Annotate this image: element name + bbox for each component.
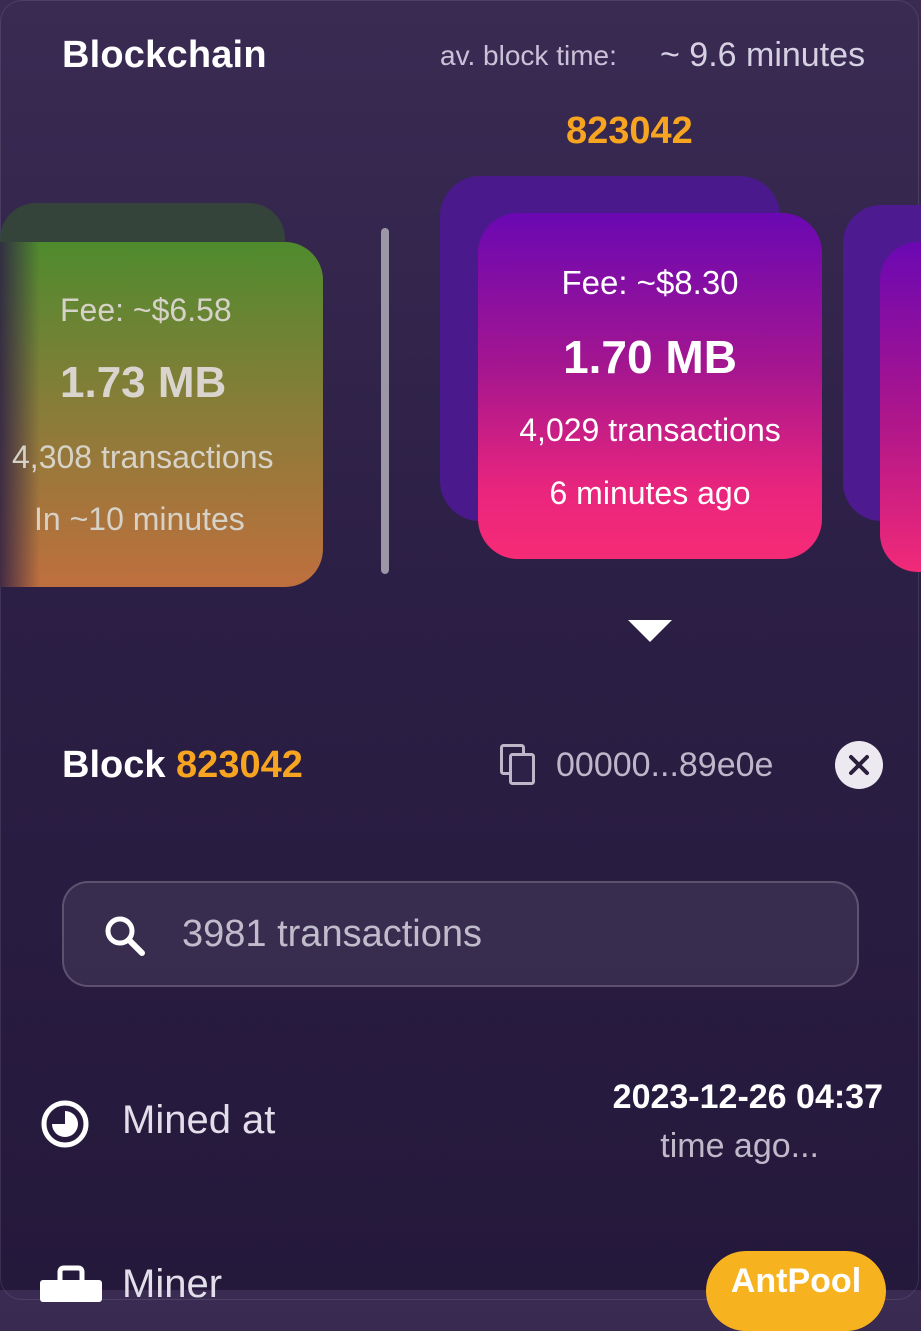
- mined-block-size: 1.70 MB: [563, 331, 737, 383]
- mined-at-label: Mined at: [122, 1098, 276, 1142]
- down-pointer-icon: [628, 620, 672, 642]
- close-icon: [849, 755, 869, 775]
- mempool-block-transactions: 4,308 transactions: [12, 439, 274, 475]
- avg-block-time-value: ~ 9.6 minutes: [660, 36, 866, 74]
- selected-block-height: 823042: [566, 110, 693, 152]
- block-title-label: Block: [62, 744, 166, 786]
- mined-block-time-ago: 6 minutes ago: [549, 475, 751, 511]
- search-input[interactable]: 3981 transactions: [182, 913, 482, 956]
- mined-at-relative: time ago...: [660, 1127, 819, 1165]
- mempool-divider: [381, 228, 389, 574]
- miner-label: Miner: [122, 1262, 223, 1306]
- block-hash[interactable]: 00000...89e0e: [556, 746, 773, 785]
- transactions-search[interactable]: 3981 transactions: [62, 881, 859, 987]
- block-title: Block 823042: [62, 744, 303, 787]
- search-icon: [105, 916, 145, 956]
- avg-block-time-label: av. block time:: [440, 40, 617, 71]
- miner-icon: [40, 1265, 102, 1302]
- close-button[interactable]: [835, 741, 883, 789]
- mined-block-fee: Fee: ~$8.30: [561, 264, 739, 301]
- mempool-block-size: 1.73 MB: [60, 358, 227, 407]
- mempool-block-fee: Fee: ~$6.58: [60, 292, 232, 328]
- clock-icon: [41, 1100, 89, 1148]
- copy-icon[interactable]: [500, 744, 536, 786]
- miner-badge[interactable]: AntPool: [706, 1251, 886, 1331]
- block-title-number: 823042: [176, 744, 303, 786]
- page-title: Blockchain: [62, 34, 267, 76]
- mined-at-value: 2023-12-26 04:37: [612, 1078, 883, 1116]
- next-block[interactable]: [880, 242, 921, 572]
- mempool-block-eta: In ~10 minutes: [34, 501, 245, 537]
- mined-block-transactions: 4,029 transactions: [519, 412, 781, 448]
